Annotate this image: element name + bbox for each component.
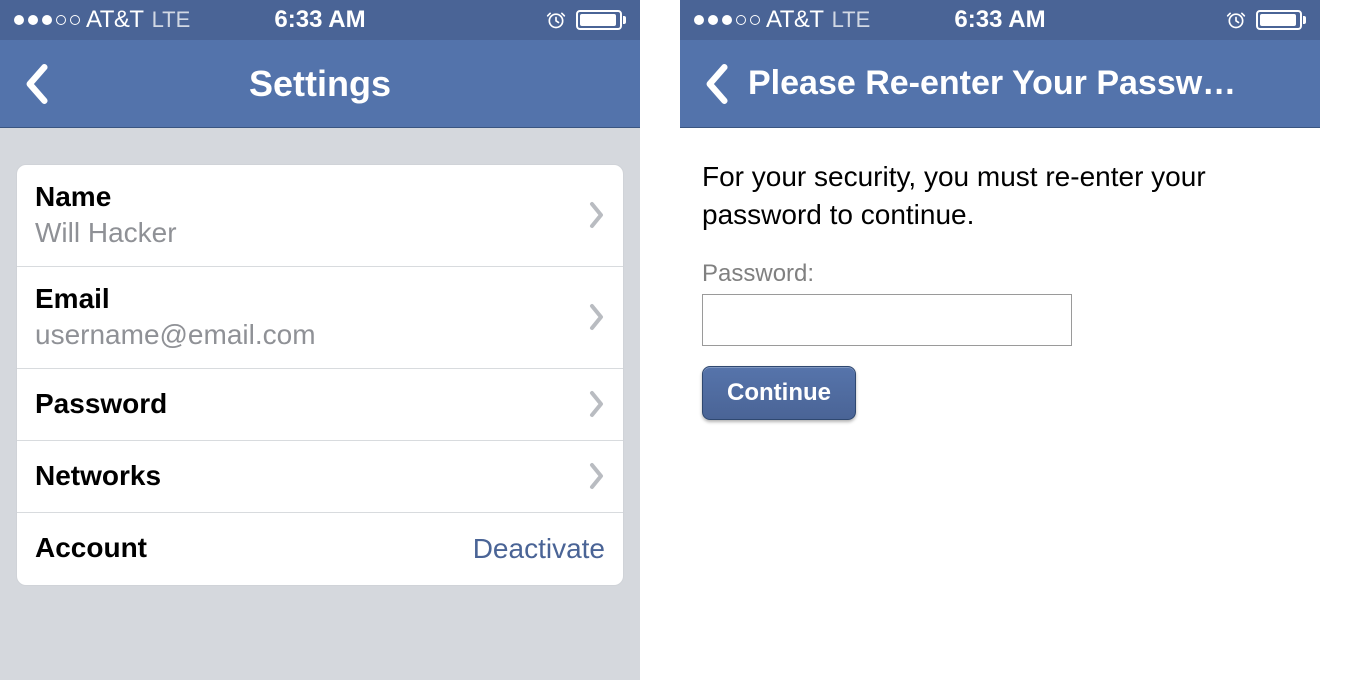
chevron-right-icon [589, 303, 605, 331]
chevron-right-icon [589, 462, 605, 490]
network-label: LTE [832, 7, 871, 33]
alarm-icon [546, 10, 566, 30]
settings-row-networks[interactable]: Networks [17, 441, 623, 513]
row-label: Account [35, 530, 473, 566]
settings-row-account[interactable]: Account Deactivate [17, 513, 623, 585]
clock-label: 6:33 AM [954, 6, 1045, 34]
signal-strength-icon [694, 15, 760, 25]
network-label: LTE [152, 7, 191, 33]
row-label: Email [35, 281, 589, 317]
row-label: Networks [35, 458, 589, 494]
status-left: AT&T LTE [14, 6, 190, 34]
settings-row-name[interactable]: Name Will Hacker [17, 165, 623, 267]
row-label: Password [35, 386, 589, 422]
status-bar: AT&T LTE 6:33 AM [0, 0, 640, 40]
settings-screen: AT&T LTE 6:33 AM Settings Name Will H [0, 0, 640, 680]
status-right [1226, 10, 1306, 30]
carrier-label: AT&T [86, 6, 144, 34]
settings-row-email[interactable]: Email username@email.com [17, 267, 623, 369]
clock-label: 6:33 AM [274, 6, 365, 34]
chevron-left-icon [703, 63, 729, 105]
reauth-content: For your security, you must re-enter you… [680, 128, 1320, 450]
deactivate-link[interactable]: Deactivate [473, 533, 605, 565]
carrier-label: AT&T [766, 6, 824, 34]
password-input[interactable] [702, 294, 1072, 346]
back-button[interactable] [696, 63, 736, 105]
status-right [546, 10, 626, 30]
password-field-label: Password: [702, 260, 1298, 288]
settings-list: Name Will Hacker Email username@email.co… [16, 164, 624, 586]
page-title: Please Re-enter Your Passw… [748, 64, 1304, 103]
row-value: Will Hacker [35, 215, 589, 251]
nav-bar: Settings [0, 40, 640, 128]
continue-button[interactable]: Continue [702, 366, 856, 420]
battery-icon [576, 10, 626, 30]
chevron-right-icon [589, 201, 605, 229]
status-bar: AT&T LTE 6:33 AM [680, 0, 1320, 40]
battery-icon [1256, 10, 1306, 30]
settings-content: Name Will Hacker Email username@email.co… [0, 128, 640, 622]
row-value: username@email.com [35, 317, 589, 353]
row-label: Name [35, 179, 589, 215]
chevron-left-icon [23, 63, 49, 105]
signal-strength-icon [14, 15, 80, 25]
back-button[interactable] [16, 63, 56, 105]
alarm-icon [1226, 10, 1246, 30]
reauth-screen: AT&T LTE 6:33 AM Please Re-enter Your Pa… [680, 0, 1320, 680]
nav-bar: Please Re-enter Your Passw… [680, 40, 1320, 128]
page-title: Settings [56, 63, 624, 105]
instruction-text: For your security, you must re-enter you… [702, 158, 1298, 234]
status-left: AT&T LTE [694, 6, 870, 34]
chevron-right-icon [589, 390, 605, 418]
settings-row-password[interactable]: Password [17, 369, 623, 441]
